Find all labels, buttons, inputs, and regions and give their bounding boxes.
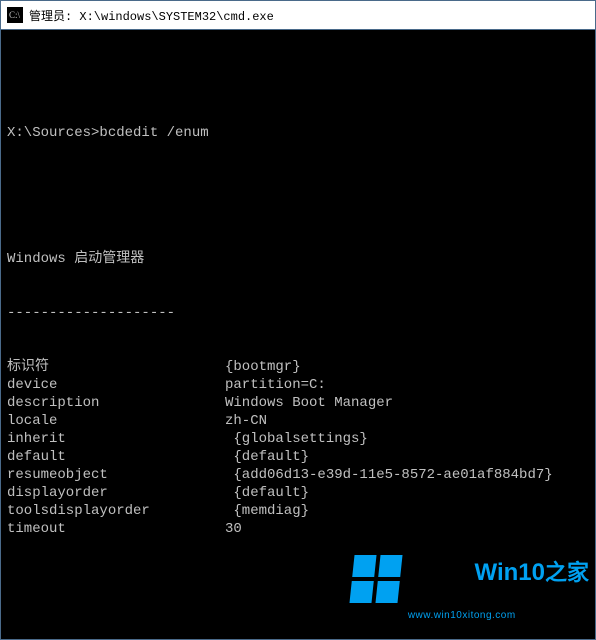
watermark-brand-en: Win10 [475, 559, 545, 586]
kv-key: device [7, 376, 225, 394]
section-divider: -------------------- [7, 304, 589, 322]
kv-row: displayorder {default} [7, 484, 589, 502]
kv-value: zh-CN [225, 412, 267, 430]
cmd-icon: C:\ [7, 7, 23, 23]
window-title: 管理员: X:\windows\SYSTEM32\cmd.exe [29, 7, 274, 24]
kv-value: {globalsettings} [225, 430, 368, 448]
watermark-brand-zh: 之家 [545, 560, 589, 585]
kv-value: 30 [225, 520, 242, 538]
kv-value: {memdiag} [225, 502, 309, 520]
kv-value: {bootmgr} [225, 358, 301, 376]
kv-value: {add06d13-e39d-11e5-8572-ae01af884bd7} [225, 466, 553, 484]
kv-key: toolsdisplayorder [7, 502, 225, 520]
kv-row: toolsdisplayorder {memdiag} [7, 502, 589, 520]
svg-text:C:\: C:\ [9, 10, 21, 20]
kv-key: 标识符 [7, 358, 225, 376]
kv-row: localezh-CN [7, 412, 589, 430]
cmd-window: C:\ 管理员: X:\windows\SYSTEM32\cmd.exe X:\… [0, 0, 596, 640]
kv-value: Windows Boot Manager [225, 394, 393, 412]
kv-row: descriptionWindows Boot Manager [7, 394, 589, 412]
section-body: 标识符{bootmgr}devicepartition=C:descriptio… [7, 358, 589, 538]
kv-row: inherit {globalsettings} [7, 430, 589, 448]
prompt-line: X:\Sources>bcdedit /enum [7, 124, 589, 142]
kv-row: resumeobject {add06d13-e39d-11e5-8572-ae… [7, 466, 589, 484]
kv-value: {default} [225, 484, 309, 502]
kv-key: locale [7, 412, 225, 430]
kv-key: displayorder [7, 484, 225, 502]
kv-key: description [7, 394, 225, 412]
title-bar[interactable]: C:\ 管理员: X:\windows\SYSTEM32\cmd.exe [1, 1, 595, 30]
kv-row: timeout30 [7, 520, 589, 538]
kv-row: default {default} [7, 448, 589, 466]
kv-key: resumeobject [7, 466, 225, 484]
kv-key: inherit [7, 430, 225, 448]
terminal-output[interactable]: X:\Sources>bcdedit /enum Windows 启动管理器 -… [1, 30, 595, 639]
kv-row: 标识符{bootmgr} [7, 358, 589, 376]
kv-key: default [7, 448, 225, 466]
kv-value: {default} [225, 448, 309, 466]
watermark-url: www.win10xitong.com [408, 611, 589, 621]
section-header: Windows 启动管理器 [7, 250, 589, 268]
kv-key: timeout [7, 520, 225, 538]
kv-value: partition=C: [225, 376, 326, 394]
kv-row: devicepartition=C: [7, 376, 589, 394]
